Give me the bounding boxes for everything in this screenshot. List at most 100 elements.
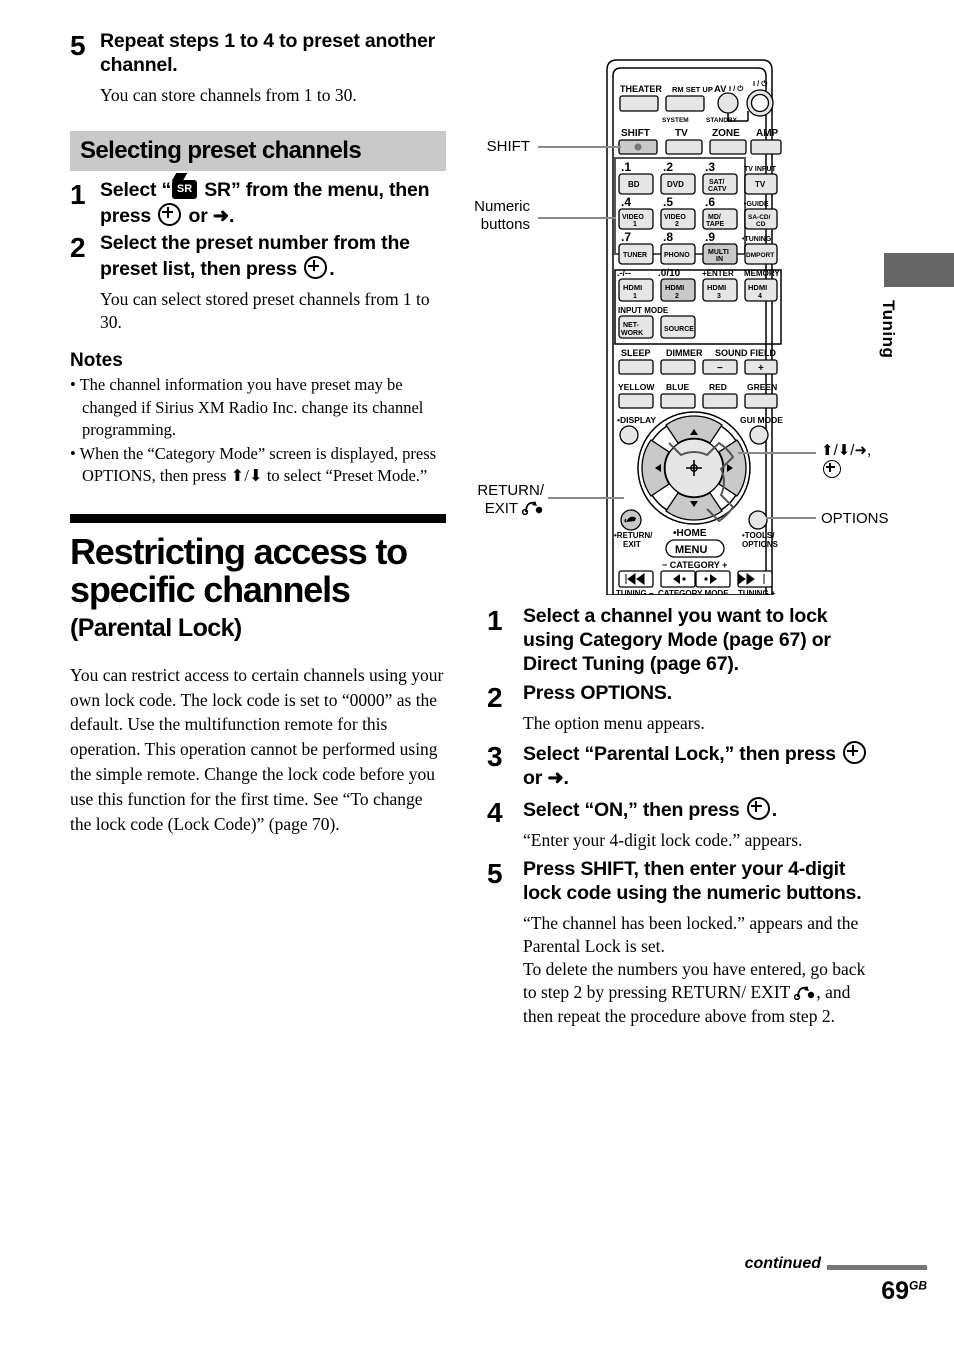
callout-numeric-line1: Numeric (474, 198, 530, 215)
svg-text:3: 3 (717, 293, 721, 300)
enter-button-icon (843, 741, 867, 765)
continued-label: continued (744, 1255, 821, 1272)
svg-text:•GUIDE: •GUIDE (744, 201, 769, 208)
step-title-part-a: Select “ (100, 178, 172, 201)
section-heading-band: Selecting preset channels (70, 130, 446, 171)
callout-return-line2: EXIT (416, 500, 544, 518)
svg-text:.9: .9 (705, 230, 715, 244)
step-2-press-options: 2 Press OPTIONS. The option menu appears… (487, 682, 877, 735)
step-description: You can select stored preset channels fr… (100, 288, 430, 333)
svg-text:.4: .4 (621, 195, 631, 209)
svg-text:THEATER: THEATER (620, 84, 662, 94)
step-description: You can store channels from 1 to 30. (100, 84, 357, 105)
step-title-part-a: Select “Parental Lock,” then press (523, 743, 842, 766)
step-number: 2 (487, 682, 503, 714)
callout-numeric-buttons: Numeric buttons (430, 198, 530, 234)
page-title: Restricting access to specific channels (70, 530, 408, 611)
step-description: The option menu appears. (523, 713, 705, 734)
chapter-tab-label: Tuning (879, 300, 898, 359)
svg-text:SOUND FIELD: SOUND FIELD (715, 348, 777, 358)
svg-text:HDMI: HDMI (748, 283, 767, 292)
svg-text:VIDEO: VIDEO (664, 214, 686, 221)
step-title: Select “SR SR” from the menu, then press… (100, 179, 450, 229)
page-region-suffix: GB (909, 1278, 927, 1293)
remote-control-illustration: .bl{fill:none;stroke:#000;stroke-width:1… (474, 50, 916, 595)
step-body: Press SHIFT, then enter your 4-digit loc… (523, 858, 877, 1028)
svg-text:SOURCE: SOURCE (664, 326, 694, 333)
notes-heading: Notes (70, 350, 123, 372)
chapter-rule (70, 513, 446, 523)
svg-text:SA-CD/: SA-CD/ (748, 214, 771, 221)
step-title: Select the preset number from the preset… (100, 232, 450, 282)
svg-text:TV: TV (755, 180, 766, 189)
step-number: 1 (70, 178, 86, 210)
svg-text:TUNING +: TUNING + (738, 589, 776, 595)
svg-text:GREEN: GREEN (747, 382, 777, 392)
callout-cursor-line2 (821, 460, 871, 480)
footer-rule (827, 1265, 927, 1270)
svg-text:.7: .7 (621, 230, 631, 244)
svg-text:TAPE: TAPE (706, 221, 724, 228)
svg-text:HDMI: HDMI (623, 283, 642, 292)
page-footer: continued 69GB (0, 1255, 954, 1325)
svg-text:IN: IN (716, 256, 723, 263)
svg-text:HDMI: HDMI (665, 283, 684, 292)
step-body: Select “ON,” then press . “Enter your 4-… (523, 796, 877, 852)
step-body: Select a channel you want to lock using … (523, 605, 877, 676)
right-column: 1 Select a channel you want to lock usin… (487, 605, 877, 1034)
callout-cursor-line1: ⬆/⬇/➜, (821, 442, 872, 459)
svg-text:TV: TV (675, 128, 688, 139)
svg-text:HDMI: HDMI (707, 283, 726, 292)
svg-text:BD: BD (628, 180, 640, 189)
step-body: Press OPTIONS. The option menu appears. (523, 682, 877, 735)
callout-return-exit: RETURN/ EXIT (416, 482, 544, 518)
svg-text:CATEGORY MODE: CATEGORY MODE (658, 589, 729, 595)
step-1-select-channel: 1 Select a channel you want to lock usin… (487, 605, 877, 676)
callout-cursor-keys: ⬆/⬇/➜, (821, 442, 871, 480)
svg-text:2: 2 (675, 221, 679, 228)
left-column: 5 Repeat steps 1 to 4 to preset another … (70, 30, 450, 837)
step-title: Select “ON,” then press . (523, 796, 877, 823)
note-item: • The channel information you have prese… (70, 375, 424, 440)
svg-text:.5: .5 (663, 195, 673, 209)
step-1-select-sr: 1 Select “SR SR” from the menu, then pre… (70, 179, 450, 229)
enter-button-icon (158, 202, 182, 226)
svg-text:OPTIONS: OPTIONS (742, 540, 779, 549)
svg-text:RM SET UP: RM SET UP (672, 85, 713, 94)
step-body: Select “SR SR” from the menu, then press… (100, 179, 450, 229)
manual-page: 5 Repeat steps 1 to 4 to preset another … (0, 0, 954, 1352)
step-title-part-b: . (771, 798, 777, 821)
svg-text:•HOME: •HOME (673, 528, 707, 539)
page-subtitle: (Parental Lock) (70, 613, 242, 642)
step-title-part-a: Select “ON,” then press (523, 798, 745, 821)
svg-text:.2: .2 (663, 160, 673, 174)
svg-text:−: − (717, 363, 723, 374)
enter-button-icon (746, 796, 770, 820)
step-body: Repeat steps 1 to 4 to preset another ch… (100, 30, 450, 107)
return-arrow-icon (522, 501, 543, 515)
step-description-2: To delete the numbers you have entered, … (523, 958, 877, 1028)
svg-text:AMP: AMP (756, 128, 779, 139)
step-title-part-b: or ➜. (523, 767, 569, 790)
svg-text:MULTI: MULTI (708, 249, 729, 256)
svg-text:1: 1 (633, 293, 637, 300)
step-5-enter-lock-code: 5 Press SHIFT, then enter your 4-digit l… (487, 858, 877, 1028)
svg-text:NET-: NET- (623, 322, 640, 329)
svg-text:•TUNING: •TUNING (742, 236, 772, 243)
callout-options: OPTIONS (821, 510, 889, 527)
step-3-select-parental-lock: 3 Select “Parental Lock,” then press or … (487, 741, 877, 791)
svg-text:.6: .6 (705, 195, 715, 209)
step-5-preset: 5 Repeat steps 1 to 4 to preset another … (70, 30, 450, 107)
enter-button-icon (823, 460, 841, 478)
step-description-1: “The channel has been locked.” appears a… (523, 912, 859, 956)
step-body: Select the preset number from the preset… (100, 232, 450, 334)
svg-text:.3: .3 (705, 160, 715, 174)
svg-text:2: 2 (675, 293, 679, 300)
svg-text:SLEEP: SLEEP (621, 348, 651, 358)
note-item: • When the “Category Mode” screen is dis… (70, 443, 437, 486)
step-body: Select “Parental Lock,” then press or ➜. (523, 741, 877, 791)
step-number: 4 (487, 796, 503, 828)
svg-text:YELLOW: YELLOW (618, 382, 655, 392)
enter-button-icon (304, 256, 328, 280)
svg-text:SYSTEM: SYSTEM (662, 117, 689, 124)
